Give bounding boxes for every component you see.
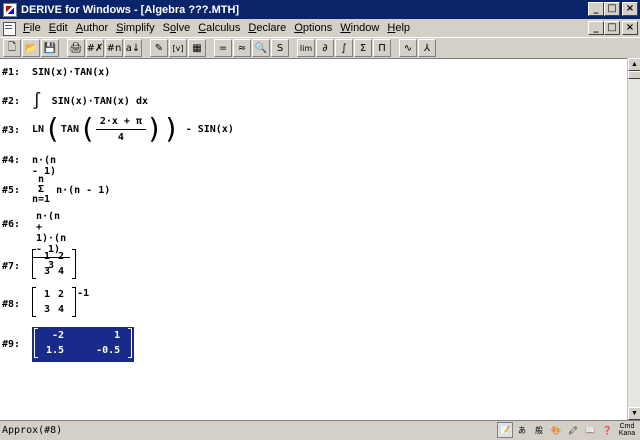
2d-plot-icon[interactable]: ∿ <box>399 39 417 57</box>
expression-content-highlighted[interactable]: -2 1 1.5 -0.5 <box>32 327 135 362</box>
title-bar: DERIVE for Windows - [Algebra ???.MTH] _… <box>0 0 640 19</box>
expression-content[interactable]: n Σ n=1 n·(n - 1) <box>32 175 110 205</box>
author-matrix-icon[interactable]: ▦ <box>188 39 206 57</box>
ime-kana-icon[interactable]: 般 <box>531 422 547 438</box>
integral-sign: ∫ <box>32 91 42 110</box>
ime-language-icon[interactable]: あ <box>514 422 530 438</box>
print-icon[interactable]: 🖨 <box>67 39 85 57</box>
algebra-window[interactable]: #1: SIN(x)·TAN(x) #2: ∫ SIN(x)·TAN(x) dx… <box>0 58 627 420</box>
menu-window[interactable]: Window <box>336 22 383 34</box>
scroll-down-arrow-icon[interactable]: ▼ <box>628 407 640 420</box>
expression-label: #5: <box>2 185 21 196</box>
ime-dictionary-icon[interactable]: 📖 <box>582 422 598 438</box>
menu-author[interactable]: Author <box>72 22 112 34</box>
expression-content[interactable]: 12 34 -1 <box>32 287 89 317</box>
expression-label: #9: <box>2 339 21 350</box>
document-window-controls: _ □ × <box>588 21 638 35</box>
document-window-icon[interactable] <box>1 20 17 36</box>
expression-label: #7: <box>2 261 21 272</box>
substitute-icon[interactable]: S <box>271 39 289 57</box>
window-title: DERIVE for Windows - [Algebra ???.MTH] <box>21 3 240 16</box>
ime-pad-icon[interactable]: 🎨 <box>548 422 564 438</box>
ime-toolbar: 📝 あ 般 🎨 🖍 📖 ❓ Cmd Kana <box>497 422 638 438</box>
minimize-button[interactable]: _ <box>588 2 604 16</box>
derive-app-icon[interactable] <box>3 2 17 17</box>
expression-label: #2: <box>2 96 21 107</box>
expression-content[interactable]: LN ( TAN ( 2·x + π 4 )) - SIN(x) <box>32 115 234 143</box>
save-icon[interactable]: 💾 <box>41 39 59 57</box>
menu-solve[interactable]: Solve <box>159 22 195 34</box>
expression-label: #6: <box>2 219 21 230</box>
expression-label: #4: <box>2 155 21 166</box>
doc-restore-button[interactable]: □ <box>604 21 620 35</box>
toolbar-separator <box>143 39 149 57</box>
new-icon[interactable]: 🗋 <box>3 39 21 57</box>
scroll-thumb[interactable] <box>628 71 640 79</box>
open-icon[interactable]: 📂 <box>22 39 40 57</box>
expression-content[interactable]: ∫ SIN(x)·TAN(x) dx <box>32 91 148 110</box>
toolbar: 🗋 📂 💾 🖨 #✗ #n a↓ ✎ [v] ▦ = ≈ 🔍 Slim ∂ ∫ Σ Π ∿ ⅄ <box>0 37 640 58</box>
fraction: 2·x + π 4 <box>95 116 146 143</box>
toolbar-separator <box>290 39 296 57</box>
toolbar-separator <box>60 39 66 57</box>
close-button[interactable]: × <box>622 2 638 16</box>
expression-content[interactable]: n·(n - 1) <box>32 155 56 177</box>
3d-plot-icon[interactable]: ⅄ <box>418 39 436 57</box>
delete-icon[interactable]: #✗ <box>86 39 104 57</box>
limit-icon[interactable]: lim <box>297 39 315 57</box>
window-controls: _ □ × <box>588 2 638 16</box>
matrix: 12 34 <box>32 287 77 317</box>
status-bar: Approx(#8) 📝 あ 般 🎨 🖍 📖 ❓ Cmd Kana <box>0 420 640 440</box>
matrix: 12 34 <box>32 249 77 279</box>
doc-minimize-button[interactable]: _ <box>588 21 604 35</box>
expression-content[interactable]: 12 34 <box>32 249 77 282</box>
expression-label: #1: <box>2 67 21 78</box>
cmd-kana-indicator: Cmd Kana <box>618 423 636 437</box>
menu-file[interactable]: File <box>19 22 45 34</box>
menu-help[interactable]: Help <box>383 22 414 34</box>
menu-simplify[interactable]: Simplify <box>112 22 159 34</box>
maximize-button[interactable]: □ <box>604 2 620 16</box>
menu-options[interactable]: Options <box>290 22 336 34</box>
status-text: Approx(#8) <box>2 425 63 436</box>
menu-edit[interactable]: Edit <box>45 22 72 34</box>
expression-label: #8: <box>2 299 21 310</box>
help-icon[interactable]: ❓ <box>599 422 615 438</box>
doc-close-button[interactable]: × <box>622 21 638 35</box>
menu-calculus[interactable]: Calculus <box>194 22 244 34</box>
renumber-icon[interactable]: #n <box>105 39 123 57</box>
expression-content[interactable]: SIN(x)·TAN(x) <box>32 67 110 78</box>
cut-icon[interactable]: a↓ <box>124 39 142 57</box>
toolbar-separator <box>392 39 398 57</box>
author-expression-icon[interactable]: ✎ <box>150 39 168 57</box>
simplify-icon[interactable]: = <box>214 39 232 57</box>
product-icon[interactable]: Π <box>373 39 391 57</box>
ime-convert-icon[interactable]: 🖍 <box>565 422 581 438</box>
solve-icon[interactable]: 🔍 <box>252 39 270 57</box>
derivative-icon[interactable]: ∂ <box>316 39 334 57</box>
expression-label: #3: <box>2 125 21 136</box>
author-vector-icon[interactable]: [v] <box>169 39 187 57</box>
toolbar-separator <box>207 39 213 57</box>
vertical-scrollbar[interactable]: ▲ ▼ <box>627 58 640 420</box>
approximate-icon[interactable]: ≈ <box>233 39 251 57</box>
menu-bar: File Edit Author Simplify Solve Calculus… <box>0 19 640 37</box>
summation: n Σ n=1 <box>32 174 51 205</box>
scroll-up-arrow-icon[interactable]: ▲ <box>628 58 640 71</box>
ime-mode-icon[interactable]: 📝 <box>497 422 513 438</box>
menu-declare[interactable]: Declare <box>244 22 290 34</box>
matrix: -2 1 1.5 -0.5 <box>34 328 133 358</box>
matrix-exponent: -1 <box>77 288 90 299</box>
sum-icon[interactable]: Σ <box>354 39 372 57</box>
integral-icon[interactable]: ∫ <box>335 39 353 57</box>
